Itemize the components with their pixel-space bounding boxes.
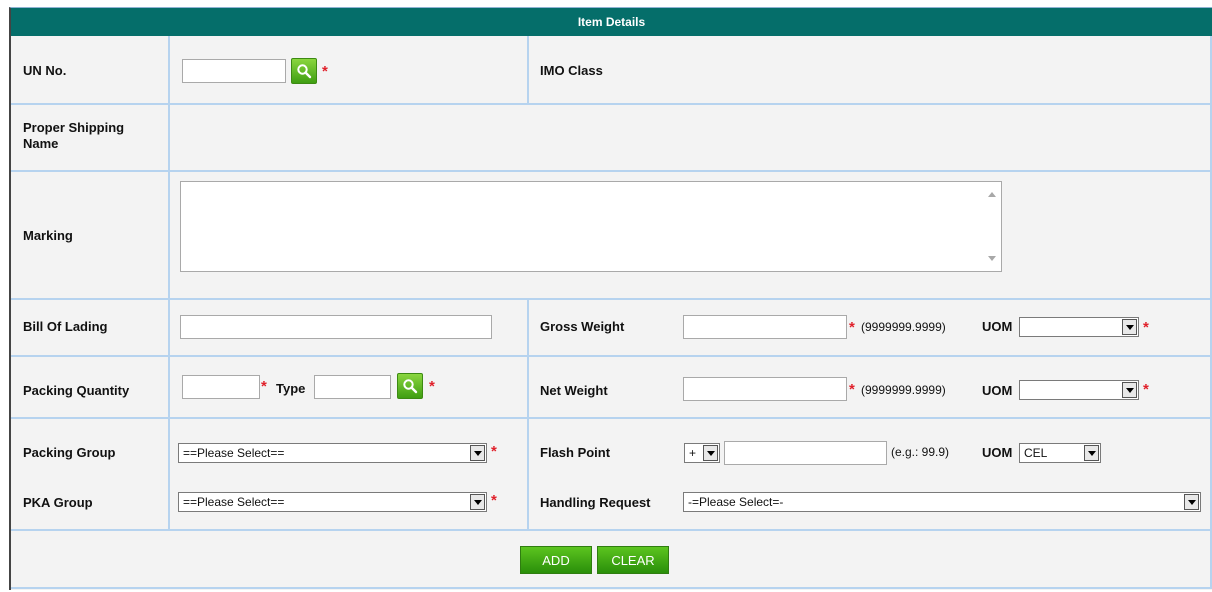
net-weight-label: Net Weight	[540, 383, 608, 398]
pka-group-label: PKA Group	[23, 495, 93, 510]
clear-button[interactable]: CLEAR	[597, 546, 669, 574]
packing-group-select[interactable]: ==Please Select==	[178, 443, 487, 463]
chevron-down-icon	[703, 445, 718, 461]
chevron-down-icon	[1122, 382, 1137, 398]
packing-type-label: Type	[276, 381, 306, 396]
column-divider	[527, 299, 529, 530]
required-marker: *	[849, 319, 855, 336]
required-marker: *	[261, 378, 267, 395]
packing-type-input[interactable]	[314, 375, 391, 399]
chevron-down-icon	[470, 494, 485, 510]
column-divider	[527, 36, 529, 104]
column-divider	[168, 36, 170, 104]
row-divider	[11, 170, 1212, 172]
pka-group-select[interactable]: ==Please Select==	[178, 492, 487, 512]
net-weight-input[interactable]	[683, 377, 847, 401]
flash-point-sign-select[interactable]: +	[684, 443, 720, 463]
net-weight-uom-select[interactable]	[1019, 380, 1139, 400]
net-weight-format-hint: (9999999.9999)	[861, 383, 946, 397]
search-icon	[297, 64, 312, 79]
flash-point-uom-label: UOM	[982, 445, 1013, 460]
pka-group-selected: ==Please Select==	[183, 495, 285, 509]
required-marker: *	[1143, 319, 1149, 336]
required-marker: *	[849, 381, 855, 398]
required-marker: *	[491, 443, 497, 460]
handling-request-selected: -=Please Select=-	[688, 495, 784, 509]
packing-group-selected: ==Please Select==	[183, 446, 285, 460]
imo-class-label: IMO Class	[540, 63, 603, 78]
gross-weight-input[interactable]	[683, 315, 847, 339]
packing-type-search-button[interactable]	[397, 373, 423, 399]
net-weight-uom-label: UOM	[982, 383, 1013, 398]
search-icon	[403, 379, 418, 394]
row-divider	[11, 355, 1212, 357]
row-divider	[11, 417, 1212, 419]
marking-textarea[interactable]	[180, 181, 1002, 272]
required-marker: *	[429, 378, 435, 395]
scroll-up-icon	[988, 192, 996, 197]
row-divider	[11, 103, 1212, 105]
column-divider	[168, 299, 170, 530]
row-divider	[11, 529, 1212, 531]
gross-weight-uom-label: UOM	[982, 319, 1013, 334]
column-divider	[168, 104, 170, 171]
column-divider	[168, 171, 170, 299]
bill-of-lading-label: Bill Of Lading	[23, 319, 108, 334]
marking-scrollbar[interactable]	[983, 182, 1001, 271]
scroll-down-icon	[988, 256, 996, 261]
handling-request-label: Handling Request	[540, 495, 651, 510]
packing-quantity-input[interactable]	[182, 375, 260, 399]
row-divider	[11, 587, 1212, 589]
un-no-input[interactable]	[182, 59, 286, 83]
gross-weight-label: Gross Weight	[540, 319, 625, 334]
add-button[interactable]: ADD	[520, 546, 592, 574]
row-divider	[11, 298, 1212, 300]
un-no-search-button[interactable]	[291, 58, 317, 84]
bill-of-lading-input[interactable]	[180, 315, 492, 339]
chevron-down-icon	[1122, 319, 1137, 335]
required-marker: *	[491, 492, 497, 509]
flash-point-uom-value: CEL	[1024, 446, 1048, 460]
packing-group-label: Packing Group	[23, 445, 116, 460]
flash-point-format-hint: (e.g.: 99.9)	[891, 445, 950, 459]
required-marker: *	[1143, 381, 1149, 398]
gross-weight-format-hint: (9999999.9999)	[861, 320, 946, 334]
un-no-label: UN No.	[23, 63, 67, 78]
required-marker: *	[322, 63, 328, 80]
gross-weight-uom-select[interactable]	[1019, 317, 1139, 337]
packing-quantity-label: Packing Quantity	[23, 383, 130, 398]
chevron-down-icon	[1084, 445, 1099, 461]
panel-title: Item Details	[11, 8, 1212, 36]
flash-point-input[interactable]	[724, 441, 887, 465]
flash-point-uom-select[interactable]: CEL	[1019, 443, 1101, 463]
marking-label: Marking	[23, 228, 73, 243]
handling-request-select[interactable]: -=Please Select=-	[683, 492, 1201, 512]
flash-point-sign-value: +	[689, 446, 697, 460]
chevron-down-icon	[470, 445, 485, 461]
flash-point-label: Flash Point	[540, 445, 611, 460]
chevron-down-icon	[1184, 494, 1199, 510]
proper-shipping-name-label: Proper Shipping Name	[23, 120, 125, 151]
item-details-panel: Item Details UN No. * IMO Class Proper S…	[9, 7, 1212, 590]
